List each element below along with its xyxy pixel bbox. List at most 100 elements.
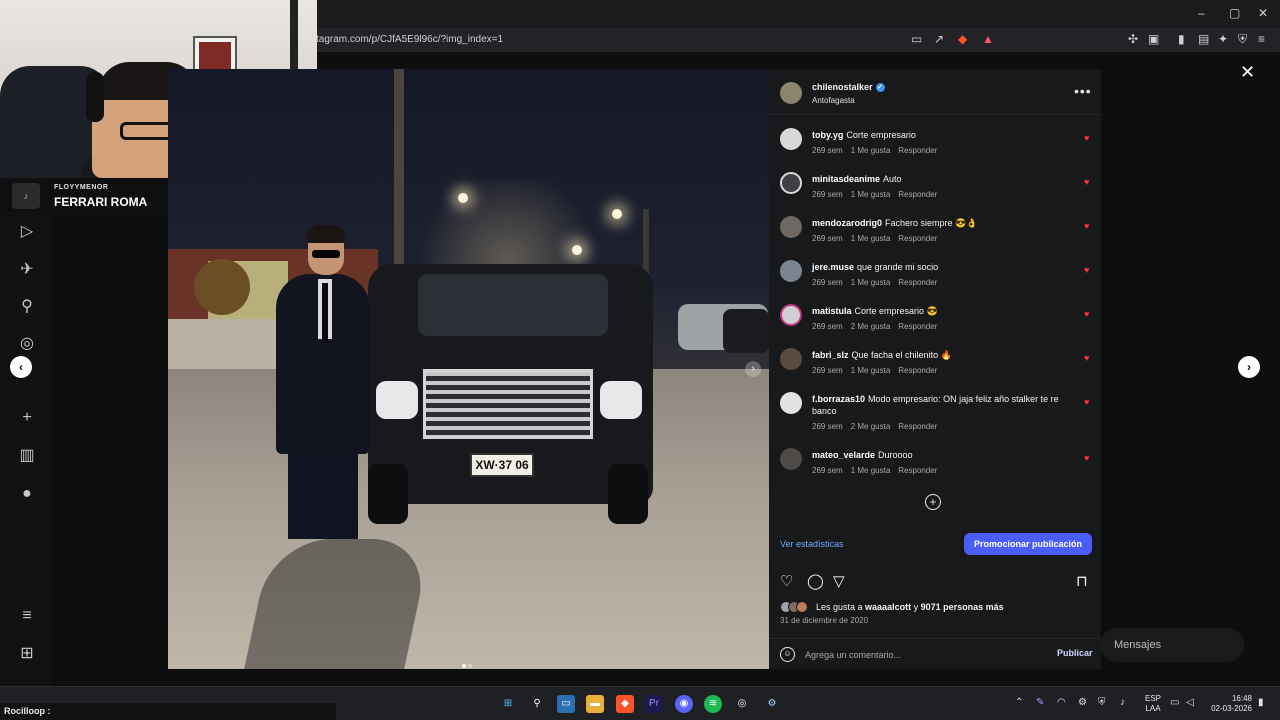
dashboard-icon[interactable]: ▥ xyxy=(17,446,37,466)
comment-username[interactable]: fabri_slz xyxy=(812,350,849,360)
reply-link[interactable]: Responder xyxy=(898,190,937,199)
comment-likes[interactable]: 1 Me gusta xyxy=(851,278,891,287)
comment-likes[interactable]: 1 Me gusta xyxy=(851,146,891,155)
close-window-button[interactable]: ✕ xyxy=(1258,6,1268,20)
create-icon[interactable]: + xyxy=(17,408,37,428)
post-photo[interactable]: XW·37 06 › xyxy=(168,69,769,669)
shield-tray-icon[interactable]: ⛨ xyxy=(1098,697,1106,708)
language-indicator[interactable]: ESP LAA xyxy=(1145,694,1161,714)
reply-link[interactable]: Responder xyxy=(898,278,937,287)
like-heart-icon[interactable]: ♥ xyxy=(1084,353,1089,363)
extensions-icon[interactable]: ✣ xyxy=(1128,32,1138,46)
messages-label[interactable]: Mensajes xyxy=(1114,639,1161,651)
comment-likes[interactable]: 1 Me gusta xyxy=(851,234,891,243)
reply-link[interactable]: Responder xyxy=(898,366,937,375)
likes-user[interactable]: waaaalcott xyxy=(865,602,911,612)
comment-avatar[interactable] xyxy=(780,348,802,370)
apps-icon[interactable]: ⊞ xyxy=(17,644,37,664)
carousel-next-icon[interactable]: › xyxy=(745,361,761,377)
tray-overflow-icon[interactable]: ⌃ xyxy=(1015,697,1023,708)
comment-username[interactable]: jere.muse xyxy=(812,262,854,272)
microphone-icon[interactable]: ♪ xyxy=(1120,697,1125,708)
post-location[interactable]: Antofagasta xyxy=(812,96,855,105)
direct-icon[interactable]: ✈ xyxy=(17,260,37,280)
comment-likes[interactable]: 1 Me gusta xyxy=(851,366,891,375)
prev-post-icon[interactable]: ‹ xyxy=(10,356,32,378)
network-icon[interactable]: ▭ xyxy=(1170,697,1179,708)
url-text[interactable]: tagram.com/p/CJfA5E9l96c/?img_index=1 xyxy=(316,34,503,45)
comment-likes[interactable]: 2 Me gusta xyxy=(851,422,891,431)
comment-icon[interactable]: ◯ xyxy=(807,572,824,590)
notification-icon[interactable]: ▮ xyxy=(1258,697,1264,708)
more-menu-icon[interactable]: ≡ xyxy=(17,606,37,626)
reply-link[interactable]: Responder xyxy=(898,234,937,243)
likes-count[interactable]: 9071 personas más xyxy=(921,602,1004,612)
start-icon[interactable]: ⊞ xyxy=(499,695,517,713)
reels-icon[interactable]: ▷ xyxy=(17,222,37,242)
like-heart-icon[interactable]: ♥ xyxy=(1084,453,1089,463)
brave-rewards-icon[interactable]: ▲ xyxy=(982,32,994,46)
leo-ai-icon[interactable]: ✦ xyxy=(1218,32,1228,46)
comment-avatar[interactable] xyxy=(780,260,802,282)
tray-app-icon[interactable]: ✎ xyxy=(1036,697,1044,708)
vpn-icon[interactable]: ⛨ xyxy=(1238,32,1247,47)
sidebar-toggle-icon[interactable]: ▮ xyxy=(1178,32,1185,46)
search-icon[interactable]: ⚲ xyxy=(528,695,546,713)
spotify-icon[interactable]: ≋ xyxy=(704,695,722,713)
cast-icon[interactable]: ▭ xyxy=(911,32,922,46)
next-post-icon[interactable]: › xyxy=(1238,356,1260,378)
promote-post-button[interactable]: Promocionar publicación xyxy=(964,533,1092,555)
comment-username[interactable]: matistula xyxy=(812,306,852,316)
view-insights-link[interactable]: Ver estadísticas xyxy=(780,539,844,549)
load-more-comments-icon[interactable]: + xyxy=(925,494,941,510)
comment-avatar[interactable] xyxy=(780,448,802,470)
save-bookmark-icon[interactable]: ⊓ xyxy=(1076,572,1088,590)
author-name[interactable]: chilenostalker xyxy=(812,82,873,92)
author-avatar[interactable] xyxy=(780,82,802,104)
like-heart-icon[interactable]: ♥ xyxy=(1084,397,1089,407)
reply-link[interactable]: Responder xyxy=(898,422,937,431)
volume-icon[interactable]: ◁ xyxy=(1186,697,1194,708)
comment-username[interactable]: minitasdeanime xyxy=(812,174,880,184)
likes-text[interactable]: Les gusta a waaaalcott y 9071 personas m… xyxy=(816,602,1004,612)
like-heart-icon[interactable]: ♥ xyxy=(1084,133,1089,143)
file-explorer-icon[interactable]: ▬ xyxy=(586,695,604,713)
reply-link[interactable]: Responder xyxy=(898,466,937,475)
wallet-alt-icon[interactable]: ▤ xyxy=(1198,32,1209,46)
comment-likes[interactable]: 1 Me gusta xyxy=(851,190,891,199)
brave-browser-icon[interactable]: ◆ xyxy=(616,695,634,713)
close-modal-icon[interactable]: ✕ xyxy=(1240,62,1255,83)
menu-icon[interactable]: ≡ xyxy=(1258,32,1265,46)
share-icon[interactable]: ▽ xyxy=(833,572,845,590)
emoji-icon[interactable]: ☺ xyxy=(780,647,795,662)
like-heart-icon[interactable]: ♥ xyxy=(1084,221,1089,231)
clock[interactable]: 16:48 02-03-2026 xyxy=(1208,694,1252,714)
like-heart-icon[interactable]: ♥ xyxy=(1084,265,1089,275)
address-bar[interactable]: tagram.com/p/CJfA5E9l96c/?img_index=1 ▭ … xyxy=(306,28,1280,52)
wallet-icon[interactable]: ▣ xyxy=(1148,32,1159,46)
discord-icon[interactable]: ◉ xyxy=(675,695,693,713)
brave-shield-icon[interactable]: ◆ xyxy=(958,32,967,46)
premiere-icon[interactable]: Pr xyxy=(645,695,663,713)
comment-avatar[interactable] xyxy=(780,392,802,414)
explore-icon[interactable]: ◎ xyxy=(17,334,37,354)
widgets-icon[interactable]: ▭ xyxy=(557,695,575,713)
headset-icon[interactable]: ◠ xyxy=(1057,697,1066,708)
comment-avatar[interactable] xyxy=(780,216,802,238)
comment-username[interactable]: f.borrazas10 xyxy=(812,394,865,404)
like-heart-icon[interactable]: ♥ xyxy=(1084,309,1089,319)
minimize-button[interactable]: – xyxy=(1198,6,1205,20)
share-icon[interactable]: ↗ xyxy=(934,32,944,46)
profile-icon[interactable]: ● xyxy=(17,484,37,504)
search-icon[interactable]: ⚲ xyxy=(17,297,37,317)
reply-link[interactable]: Responder xyxy=(898,146,937,155)
steam-tray-icon[interactable]: ⚙ xyxy=(1078,697,1087,708)
comment-avatar[interactable] xyxy=(780,304,802,326)
like-heart-icon[interactable]: ♥ xyxy=(1084,177,1089,187)
comment-avatar[interactable] xyxy=(780,128,802,150)
author-username[interactable]: chilenostalker ✓ xyxy=(812,82,885,93)
comment-username[interactable]: toby.yg xyxy=(812,130,843,140)
comment-avatar[interactable] xyxy=(780,172,802,194)
obs-icon[interactable]: ◎ xyxy=(733,695,751,713)
maximize-button[interactable]: ▢ xyxy=(1229,6,1240,20)
